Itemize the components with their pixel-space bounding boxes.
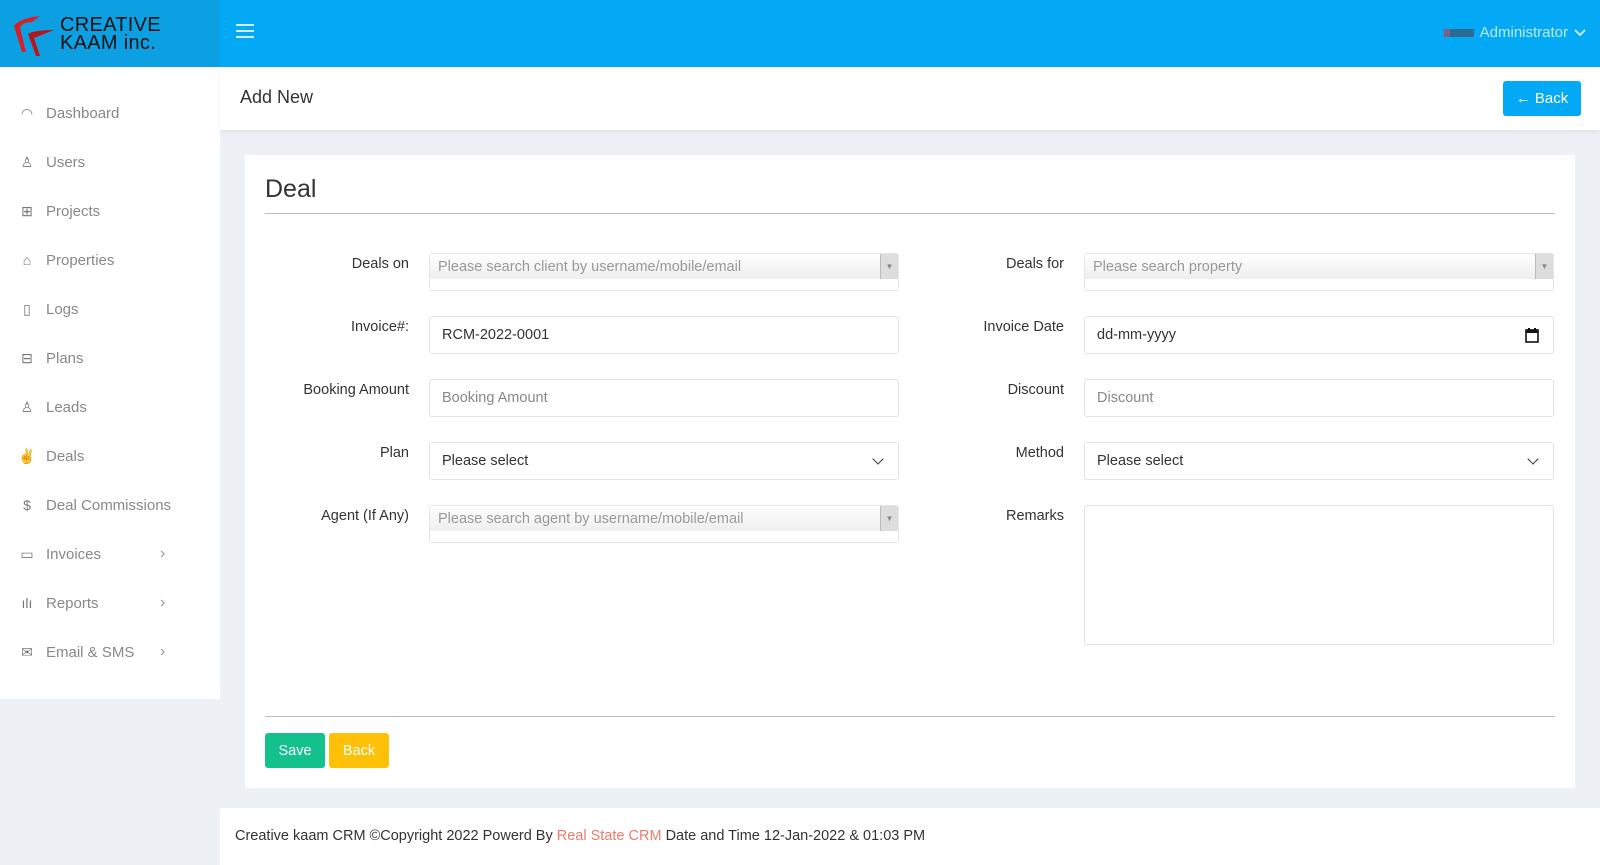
arrow-left-icon: ← <box>1515 90 1531 107</box>
divider <box>265 716 1555 717</box>
sidebar-item-label: Leads <box>46 398 87 416</box>
sidebar-item-label: Invoices <box>46 545 102 563</box>
sidebar-item-dashboard[interactable]: ◠ Dashboard <box>0 93 220 133</box>
mail-icon: ✉ <box>21 644 33 660</box>
invoice-date-label: Invoice Date <box>983 319 1064 335</box>
deals-for-placeholder: Please search property <box>1085 254 1553 279</box>
file-icon: ▯ <box>23 301 31 317</box>
invoice-no-input[interactable]: RCM-2022-0001 <box>429 316 899 354</box>
footer-datetime: Date and Time 12-Jan-2022 & 01:03 PM <box>665 828 926 844</box>
sidebar-item-label: Plans <box>46 349 84 367</box>
invoice-date-value: dd-mm-yyyy <box>1097 327 1176 343</box>
sidebar-item-label: Properties <box>46 251 115 269</box>
divider <box>265 213 1555 214</box>
deals-for-select[interactable]: Please search property ▼ <box>1084 253 1554 291</box>
sidebar-item-deal-commissions[interactable]: $ Deal Commissions <box>0 485 220 525</box>
dropdown-arrow-icon: ▼ <box>1535 254 1553 279</box>
save-button[interactable]: Save <box>265 733 325 768</box>
agent-select[interactable]: Please search agent by username/mobile/e… <box>429 505 899 543</box>
agent-placeholder: Please search agent by username/mobile/e… <box>430 506 898 531</box>
chevron-right-icon: › <box>160 643 166 660</box>
back-button[interactable]: Back <box>329 733 389 768</box>
sidebar-item-invoices[interactable]: ▭ Invoices › <box>0 534 220 574</box>
sidebar-item-projects[interactable]: ⊞ Projects <box>0 191 220 231</box>
logo-text-line1: CREATIVE <box>60 13 161 36</box>
discount-input[interactable]: Discount <box>1084 379 1554 417</box>
grid-icon: ⊞ <box>21 203 33 219</box>
footer: Creative kaam CRM ©Copyright 2022 Powerd… <box>220 808 1600 865</box>
booking-amount-label: Booking Amount <box>303 382 409 398</box>
dollar-icon: $ <box>23 497 31 513</box>
logo[interactable]: CREATIVE KAAM inc. <box>0 0 220 67</box>
bar-chart-icon: ılı <box>21 595 33 611</box>
invoice-no-label: Invoice#: <box>350 319 409 335</box>
plan-label: Plan <box>379 445 409 461</box>
deals-on-label: Deals on <box>351 256 409 272</box>
method-select[interactable]: Please select <box>1084 442 1554 480</box>
sidebar-item-properties[interactable]: ⌂ Properties <box>0 240 220 280</box>
briefcase-icon: ⊟ <box>21 350 33 366</box>
sidebar-item-label: Dashboard <box>46 104 120 122</box>
chevron-down-icon <box>1574 28 1586 36</box>
chevron-down-icon <box>1527 453 1539 465</box>
back-button-top[interactable]: ← Back <box>1503 81 1581 116</box>
deals-for-label: Deals for <box>1005 256 1064 272</box>
chevron-right-icon: › <box>160 594 166 611</box>
invoice-date-input[interactable]: dd-mm-yyyy <box>1084 316 1554 354</box>
logo-text-line2: KAAM inc. <box>60 31 157 54</box>
footer-link[interactable]: Real State CRM <box>557 828 662 844</box>
sidebar-item-deals[interactable]: ✌ Deals <box>0 436 220 476</box>
back-label: Back <box>1534 90 1569 107</box>
sidebar: ◠ Dashboard ♙ Users ⊞ Projects ⌂ Properties ▯ Log… <box>0 67 220 699</box>
user-icon: ♙ <box>20 154 34 170</box>
discount-label: Discount <box>1007 382 1064 398</box>
sidebar-item-label: Projects <box>46 202 101 220</box>
deals-on-select[interactable]: Please search client by username/mobile/… <box>429 253 899 291</box>
booking-amount-input[interactable]: Booking Amount <box>429 379 899 417</box>
form-title: Deal <box>265 175 317 203</box>
sidebar-item-reports[interactable]: ılı Reports › <box>0 583 220 623</box>
plan-value: Please select <box>442 453 529 469</box>
sidebar-item-label: Deals <box>46 447 85 465</box>
sidebar-item-label: Reports <box>46 594 99 612</box>
deal-form-card: Deal Deals on Please search client by us… <box>245 155 1575 788</box>
sidebar-item-email-sms[interactable]: ✉ Email & SMS › <box>0 632 220 672</box>
agent-label: Agent (If Any) <box>321 508 409 524</box>
remarks-label: Remarks <box>1005 508 1064 524</box>
page-title: Add New <box>240 87 314 107</box>
method-value: Please select <box>1097 453 1184 469</box>
remarks-textarea[interactable] <box>1084 505 1554 645</box>
user-icon: ♙ <box>20 399 34 415</box>
calendar-icon: ▭ <box>20 546 34 562</box>
sidebar-item-label: Email & SMS <box>46 643 135 661</box>
thumbs-up-icon: ✌ <box>18 448 36 464</box>
sidebar-item-logs[interactable]: ▯ Logs <box>0 289 220 329</box>
sidebar-item-plans[interactable]: ⊟ Plans <box>0 338 220 378</box>
sidebar-item-leads[interactable]: ♙ Leads <box>0 387 220 427</box>
user-name: Administrator <box>1479 24 1568 41</box>
plan-select[interactable]: Please select <box>429 442 899 480</box>
top-navbar: CREATIVE KAAM inc. Administrator <box>0 0 1600 67</box>
sidebar-item-label: Users <box>46 153 86 171</box>
deals-on-placeholder: Please search client by username/mobile/… <box>430 254 898 279</box>
avatar <box>1443 28 1474 37</box>
menu-toggle-icon[interactable] <box>236 24 254 38</box>
sidebar-item-label: Logs <box>46 300 79 318</box>
sidebar-item-users[interactable]: ♙ Users <box>0 142 220 182</box>
home-icon: ⌂ <box>22 252 32 268</box>
logo-mark-icon <box>14 15 54 56</box>
page-header: Add New ← Back <box>220 67 1600 130</box>
dashboard-icon: ◠ <box>20 105 34 121</box>
footer-copyright: Creative kaam CRM ©Copyright 2022 Powerd… <box>235 828 553 844</box>
user-menu[interactable]: Administrator <box>1443 24 1586 41</box>
sidebar-item-label: Deal Commissions <box>46 496 172 514</box>
method-label: Method <box>1015 445 1064 461</box>
chevron-right-icon: › <box>160 545 166 562</box>
calendar-icon[interactable] <box>1525 328 1539 343</box>
